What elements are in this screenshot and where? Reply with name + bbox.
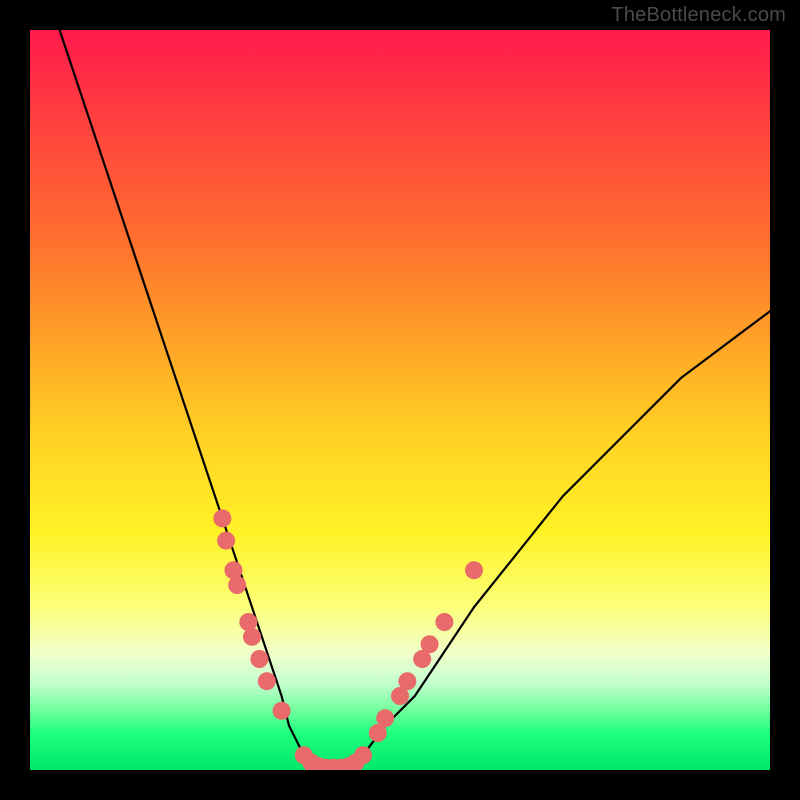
- data-marker: [273, 702, 291, 720]
- data-marker: [376, 709, 394, 727]
- data-marker: [258, 672, 276, 690]
- chart-frame: TheBottleneck.com: [0, 0, 800, 800]
- data-marker: [250, 650, 268, 668]
- data-marker: [421, 635, 439, 653]
- data-marker: [398, 672, 416, 690]
- data-marker: [354, 746, 372, 764]
- data-marker: [228, 576, 246, 594]
- plot-area: [30, 30, 770, 770]
- data-marker: [243, 628, 261, 646]
- chart-svg: [30, 30, 770, 770]
- data-marker: [213, 509, 231, 527]
- data-marker: [435, 613, 453, 631]
- data-marker: [217, 532, 235, 550]
- watermark-text: TheBottleneck.com: [611, 4, 786, 27]
- data-marker: [465, 561, 483, 579]
- data-markers: [213, 509, 483, 770]
